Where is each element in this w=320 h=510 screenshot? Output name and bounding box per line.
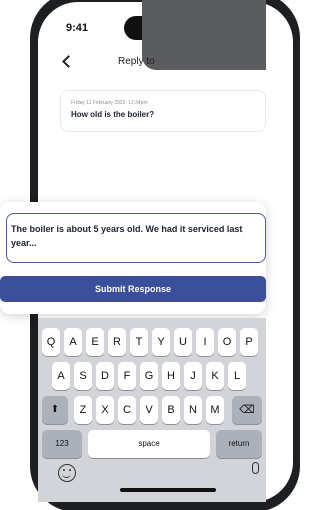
backspace-key[interactable]: ⌫ [232,396,262,424]
numbers-key[interactable]: 123 [42,430,82,458]
nav-bar: Reply to [38,52,266,76]
question-card: Friday 11 February 2022, 12:34pm How old… [60,90,266,132]
key-y[interactable]: Y [152,328,170,356]
key-k[interactable]: K [206,362,224,390]
return-key[interactable]: return [216,430,262,458]
key-v[interactable]: V [140,396,158,424]
chevron-left-icon[interactable] [62,55,75,68]
key-c[interactable]: C [118,396,136,424]
space-key[interactable]: space [88,430,210,458]
home-indicator [120,488,216,492]
key-a[interactable]: A [52,362,70,390]
key-l[interactable]: L [228,362,246,390]
question-date: Friday 11 February 2022, 12:34pm [71,100,148,106]
key-j[interactable]: J [184,362,202,390]
key-f[interactable]: F [118,362,136,390]
key-o[interactable]: O [218,328,236,356]
key-d[interactable]: D [96,362,114,390]
key-e[interactable]: E [86,328,104,356]
key-r[interactable]: R [108,328,126,356]
shift-key[interactable]: ⬆ [42,396,68,424]
page-title: Reply to [118,56,155,67]
key-q[interactable]: Q [42,328,60,356]
response-input[interactable]: The boiler is about 5 years old. We had … [6,213,266,263]
emoji-icon[interactable] [58,464,76,482]
key-s[interactable]: S [74,362,92,390]
key-m[interactable]: M [206,396,224,424]
key-n[interactable]: N [184,396,202,424]
key-a1[interactable]: A [64,328,82,356]
key-t[interactable]: T [130,328,148,356]
response-panel: The boiler is about 5 years old. We had … [0,202,266,314]
key-b[interactable]: B [162,396,180,424]
keyboard: Q A E R T Y U I O P A S D F G H J K L ⬆ … [38,318,266,502]
key-h[interactable]: H [162,362,180,390]
microphone-icon[interactable] [252,462,259,474]
key-u[interactable]: U [174,328,192,356]
question-text: How old is the boiler? [71,110,155,119]
key-g[interactable]: G [140,362,158,390]
key-x[interactable]: X [96,396,114,424]
response-text: The boiler is about 5 years old. We had … [11,224,243,248]
key-p[interactable]: P [240,328,258,356]
status-time: 9:41 [66,22,89,34]
submit-response-button[interactable]: Submit Response [0,276,266,302]
key-i[interactable]: I [196,328,214,356]
key-z[interactable]: Z [74,396,92,424]
